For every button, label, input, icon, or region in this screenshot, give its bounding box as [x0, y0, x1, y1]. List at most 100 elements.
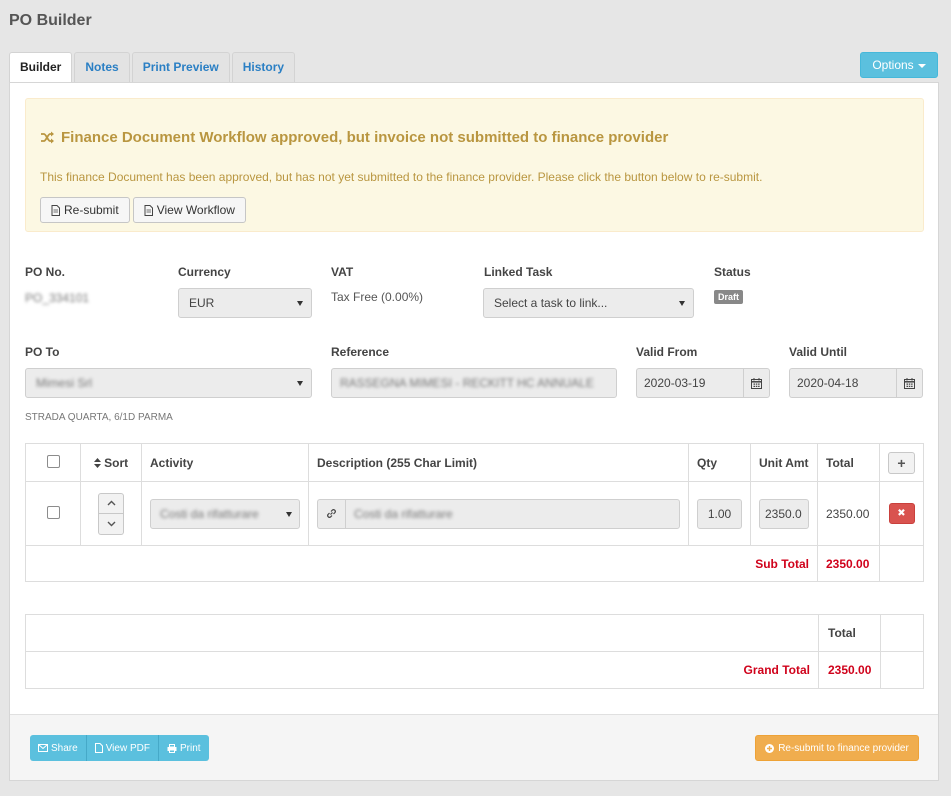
- totals-table: Total Grand Total 2350.00: [25, 614, 924, 689]
- chevron-up-icon: [107, 500, 115, 506]
- status-label: Status: [714, 265, 751, 279]
- tab-builder[interactable]: Builder: [9, 52, 73, 84]
- options-button[interactable]: Options: [860, 52, 938, 78]
- file-icon: [94, 743, 103, 753]
- tab-history[interactable]: History: [231, 52, 296, 83]
- add-row-button[interactable]: +: [888, 451, 915, 474]
- print-icon: [167, 743, 177, 753]
- row-select-cell: [25, 481, 81, 546]
- subtotal-row: Sub Total 2350.00: [25, 545, 924, 582]
- row-sort-cell: [80, 481, 142, 546]
- shuffle-icon: [41, 131, 54, 144]
- po-no-value: PO_334101: [25, 291, 90, 305]
- panel-footer: Share View PDF Print Re-submit to financ…: [10, 714, 938, 780]
- valid-until-field: 2020-04-18: [789, 368, 923, 398]
- resubmit-finance-button-label: Re-submit to finance provider: [778, 742, 909, 754]
- chevron-down-icon: [107, 521, 115, 526]
- sort-header[interactable]: Sort: [80, 443, 142, 482]
- valid-until-label: Valid Until: [789, 345, 848, 359]
- view-pdf-button-label: View PDF: [105, 742, 150, 754]
- unit-amt-input[interactable]: 2350.0: [759, 498, 809, 529]
- linked-task-select[interactable]: Select a task to link...: [483, 288, 694, 318]
- delete-row-icon[interactable]: ✖: [888, 503, 915, 524]
- description-header: Description (255 Char Limit): [308, 443, 689, 482]
- valid-until-input[interactable]: 2020-04-18: [789, 368, 896, 398]
- view-workflow-button[interactable]: View Workflow: [132, 197, 246, 223]
- grand-total-empty-cell: [880, 651, 924, 689]
- page-title: PO Builder: [9, 12, 92, 29]
- valid-from-label: Valid From: [636, 345, 698, 359]
- select-all-cell: [25, 443, 81, 482]
- sort-header-label: Sort: [104, 455, 129, 470]
- tab-print-preview[interactable]: Print Preview: [131, 52, 230, 83]
- table-header-row: Sort Activity Description (255 Char Limi…: [25, 443, 924, 482]
- print-button-label: Print: [179, 742, 201, 754]
- subtotal-value: 2350.00: [817, 545, 880, 582]
- alert-title: Finance Document Workflow approved, but …: [40, 129, 668, 146]
- workflow-alert: Finance Document Workflow approved, but …: [25, 98, 924, 232]
- vat-value: Tax Free (0.00%): [331, 290, 424, 304]
- reference-label: Reference: [331, 345, 390, 359]
- caret-down-icon: [917, 63, 926, 68]
- activity-header: Activity: [141, 443, 309, 482]
- vat-label: VAT: [331, 265, 354, 279]
- activity-select[interactable]: Costi da rifatturare: [150, 498, 300, 529]
- subtotal-empty-cell: [879, 545, 924, 582]
- move-down-button[interactable]: [98, 513, 124, 535]
- sort-icon: [93, 457, 101, 468]
- tab-bar: Builder Notes Print Preview History: [9, 52, 297, 84]
- valid-from-input[interactable]: 2020-03-19: [636, 368, 743, 398]
- totals-total-header: Total: [818, 614, 881, 652]
- row-checkbox[interactable]: [46, 505, 60, 519]
- tab-notes[interactable]: Notes: [74, 52, 130, 83]
- resubmit-button[interactable]: Re-submit: [40, 197, 130, 223]
- calendar-icon[interactable]: [743, 368, 770, 398]
- po-to-value: Mimesi Srl: [36, 376, 92, 390]
- description-value: Costi da rifatturare: [354, 506, 453, 521]
- envelope-icon: [38, 744, 48, 752]
- row-unit-amt-cell: 2350.0: [750, 481, 818, 546]
- view-pdf-button[interactable]: View PDF: [86, 735, 159, 761]
- share-button[interactable]: Share: [30, 735, 87, 761]
- share-button-label: Share: [51, 742, 78, 754]
- currency-label: Currency: [178, 265, 231, 279]
- calendar-icon[interactable]: [896, 368, 923, 398]
- add-row-cell: +: [879, 443, 924, 482]
- po-to-label: PO To: [25, 345, 60, 359]
- total-header: Total: [817, 443, 880, 482]
- totals-header-empty: [880, 614, 924, 652]
- po-to-select[interactable]: Mimesi Srl: [25, 368, 312, 398]
- qty-header: Qty: [688, 443, 751, 482]
- alert-buttons: Re-submit View Workflow: [40, 197, 246, 223]
- valid-from-field: 2020-03-19: [636, 368, 770, 398]
- file-icon: [51, 204, 60, 216]
- reference-input[interactable]: RASSEGNA MIMESI - RECKITT HC ANNUALE: [331, 368, 617, 398]
- po-no-label: PO No.: [25, 265, 66, 279]
- row-description-cell: Costi da rifatturare: [308, 481, 689, 546]
- print-button[interactable]: Print: [158, 735, 209, 761]
- row-total-cell: 2350.00: [817, 481, 880, 546]
- export-button-group: Share View PDF Print: [30, 735, 209, 761]
- qty-input[interactable]: 1.00: [697, 498, 742, 529]
- grand-total-row: Grand Total 2350.00: [25, 651, 924, 689]
- status-badge: Draft: [714, 290, 744, 304]
- builder-panel: Finance Document Workflow approved, but …: [9, 82, 939, 781]
- move-up-button[interactable]: [98, 492, 124, 514]
- link-icon: [317, 498, 345, 529]
- file-icon: [144, 204, 153, 216]
- subtotal-label: Sub Total: [25, 545, 818, 582]
- po-to-address: STRADA QUARTA, 6/1D PARMA: [25, 412, 173, 423]
- resubmit-finance-button[interactable]: Re-submit to finance provider: [755, 735, 919, 761]
- currency-select[interactable]: EUR: [178, 288, 312, 318]
- table-row: Costi da rifatturare Costi da rifatturar…: [25, 481, 924, 546]
- description-input[interactable]: Costi da rifatturare: [345, 498, 680, 529]
- alert-title-text: Finance Document Workflow approved, but …: [61, 129, 669, 146]
- grand-total-label: Grand Total: [25, 651, 819, 689]
- row-activity-cell: Costi da rifatturare: [141, 481, 309, 546]
- totals-header-row: Total: [25, 614, 924, 652]
- row-qty-cell: 1.00: [688, 481, 751, 546]
- plus-circle-icon: [765, 743, 775, 753]
- options-button-label: Options: [872, 58, 914, 72]
- activity-value: Costi da rifatturare: [160, 506, 259, 521]
- select-all-checkbox[interactable]: [46, 454, 60, 468]
